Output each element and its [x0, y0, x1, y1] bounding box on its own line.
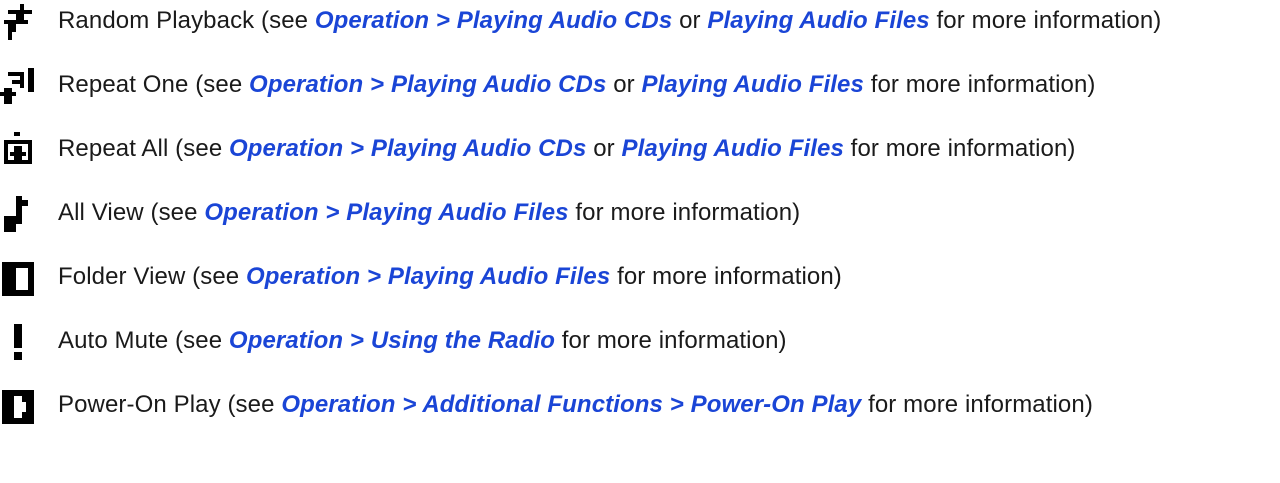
item-suffix: for more information)	[863, 71, 1096, 98]
link-playing-audio-files[interactable]: Playing Audio Files	[622, 135, 844, 162]
link-operation-playing-audio-cds[interactable]: Operation > Playing Audio CDs	[315, 7, 672, 34]
all-view-icon	[0, 196, 36, 232]
item-label: Folder View (see	[58, 263, 247, 290]
link-operation-additional-functions-power-on-play[interactable]: Operation > Additional Functions > Power…	[281, 391, 861, 418]
item-connector: or	[606, 71, 642, 98]
item-description: Folder View (see Operation > Playing Aud…	[58, 262, 842, 292]
repeat-all-icon	[0, 132, 36, 168]
item-suffix: for more information)	[843, 135, 1076, 162]
item-connector: or	[672, 7, 708, 34]
list-item-folder-view: Folder View (see Operation > Playing Aud…	[0, 256, 1280, 296]
item-connector: or	[586, 135, 622, 162]
item-description: All View (see Operation > Playing Audio …	[58, 198, 800, 228]
list-item-power-on-play: Power-On Play (see Operation > Additiona…	[0, 384, 1280, 424]
list-item-auto-mute: Auto Mute (see Operation > Using the Rad…	[0, 320, 1280, 360]
list-item-repeat-all: Repeat All (see Operation > Playing Audi…	[0, 128, 1280, 168]
list-item-random-playback: Random Playback (see Operation > Playing…	[0, 0, 1280, 40]
repeat-one-icon	[0, 68, 36, 104]
item-label: Repeat One (see	[58, 71, 250, 98]
link-playing-audio-files[interactable]: Playing Audio Files	[707, 7, 929, 34]
item-description: Auto Mute (see Operation > Using the Rad…	[58, 326, 787, 356]
item-description: Random Playback (see Operation > Playing…	[58, 6, 1161, 36]
indicator-list: Random Playback (see Operation > Playing…	[0, 0, 1280, 483]
item-suffix: for more information)	[929, 7, 1162, 34]
link-operation-using-the-radio[interactable]: Operation > Using the Radio	[229, 327, 555, 354]
item-label: All View (see	[58, 199, 205, 226]
item-label: Random Playback (see	[58, 7, 315, 34]
item-label: Repeat All (see	[58, 135, 230, 162]
link-operation-playing-audio-cds[interactable]: Operation > Playing Audio CDs	[229, 135, 586, 162]
link-playing-audio-files[interactable]: Playing Audio Files	[642, 71, 864, 98]
link-operation-playing-audio-files[interactable]: Operation > Playing Audio Files	[204, 199, 568, 226]
auto-mute-icon	[0, 324, 36, 360]
power-on-play-icon	[0, 388, 36, 424]
folder-view-icon	[0, 260, 36, 296]
item-description: Power-On Play (see Operation > Additiona…	[58, 390, 1093, 420]
list-item-repeat-one: Repeat One (see Operation > Playing Audi…	[0, 64, 1280, 104]
item-description: Repeat One (see Operation > Playing Audi…	[58, 70, 1096, 100]
item-label: Auto Mute (see	[58, 327, 229, 354]
link-operation-playing-audio-files[interactable]: Operation > Playing Audio Files	[246, 263, 610, 290]
item-description: Repeat All (see Operation > Playing Audi…	[58, 134, 1076, 164]
item-suffix: for more information)	[861, 391, 1093, 418]
item-label: Power-On Play (see	[58, 391, 282, 418]
list-item-all-view: All View (see Operation > Playing Audio …	[0, 192, 1280, 232]
item-suffix: for more information)	[568, 199, 801, 226]
link-operation-playing-audio-cds[interactable]: Operation > Playing Audio CDs	[249, 71, 606, 98]
random-playback-icon	[0, 4, 36, 40]
item-suffix: for more information)	[555, 327, 787, 354]
item-suffix: for more information)	[610, 263, 842, 290]
